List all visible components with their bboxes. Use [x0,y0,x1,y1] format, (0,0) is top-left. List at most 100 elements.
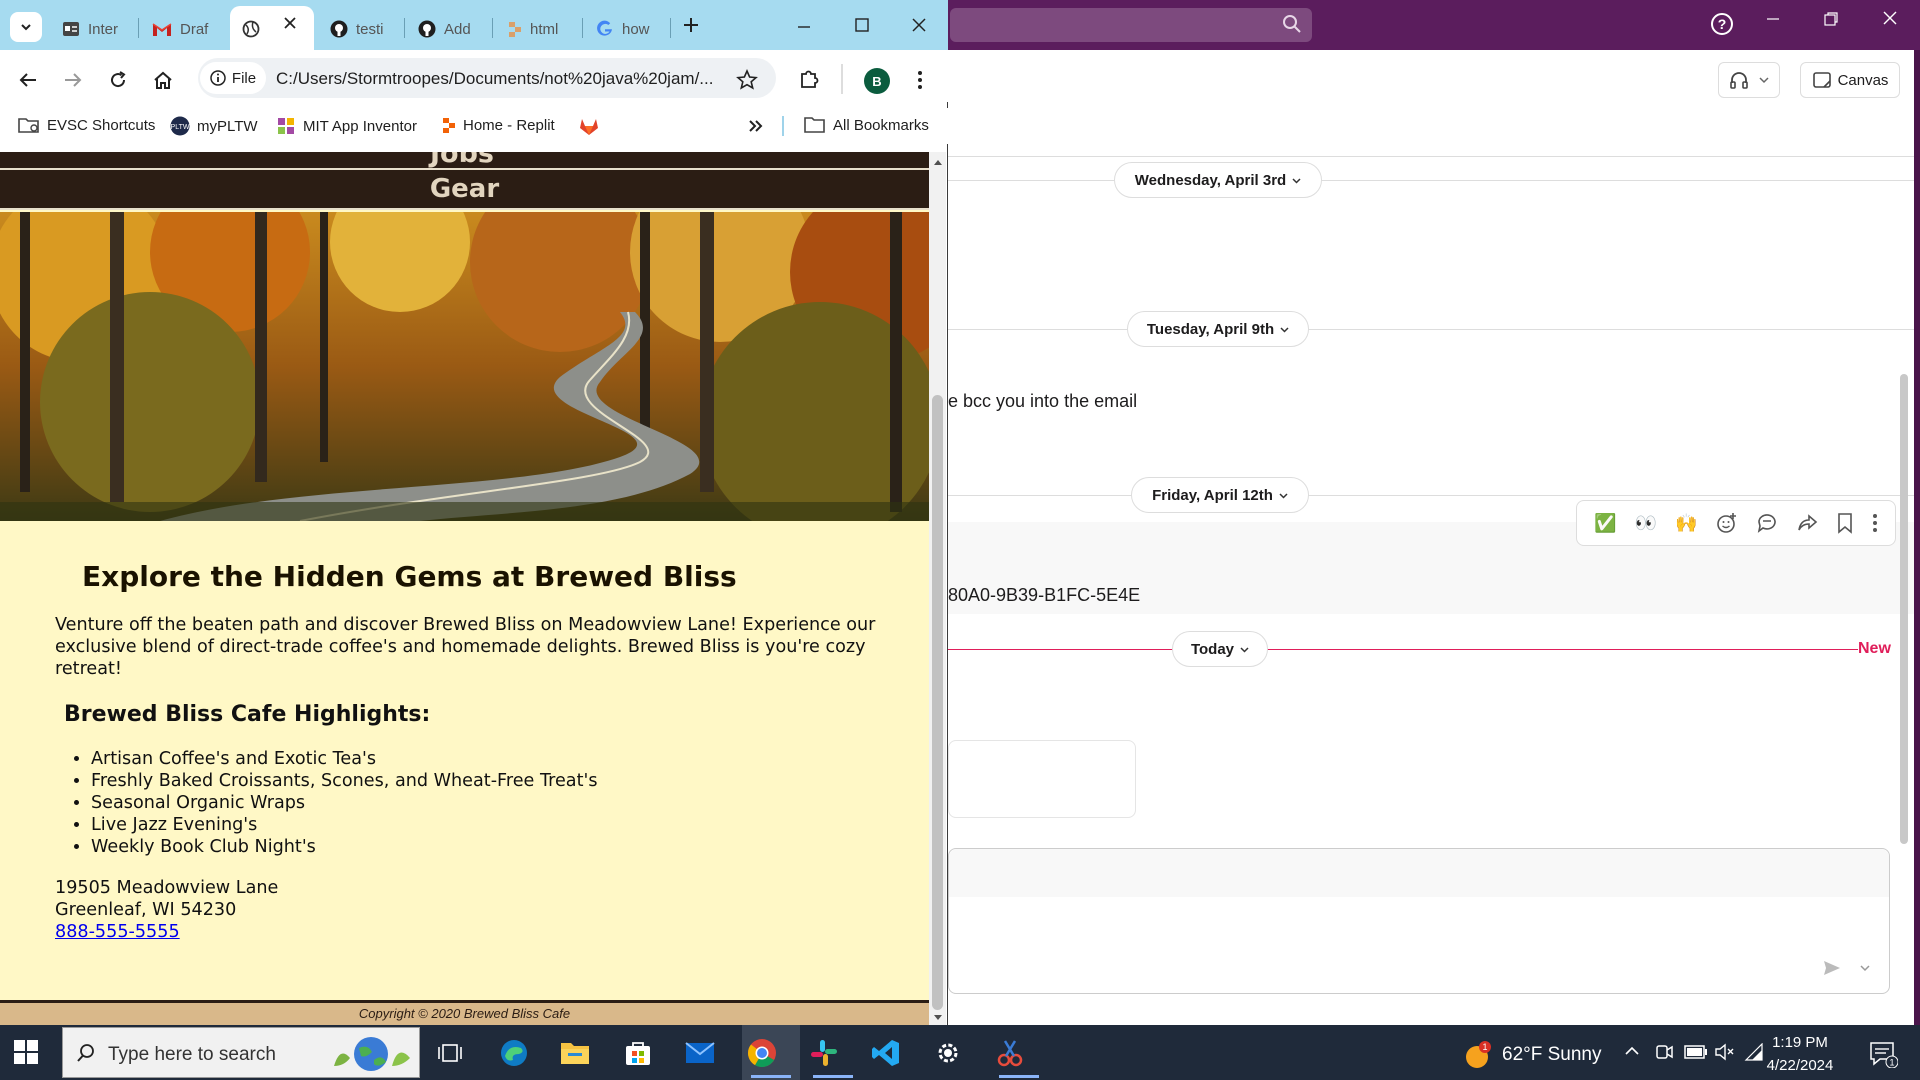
nav-item-jobs[interactable]: Jobs [0,152,929,168]
bookmark-icon[interactable] [1836,512,1854,534]
bookmark-evsc-shortcuts[interactable]: EVSC Shortcuts [18,116,155,134]
more-bookmarks-icon[interactable] [748,118,764,134]
notifications-icon[interactable]: 1 [1868,1040,1898,1068]
reaction-eyes[interactable]: 👀 [1635,513,1657,534]
new-tab-icon[interactable] [682,16,700,34]
bookmark-mit-app-inventor[interactable]: MIT App Inventor [276,116,417,136]
weather-text[interactable]: 62°F Sunny [1502,1044,1602,1066]
slack-search-bar[interactable] [950,8,1312,42]
file-explorer-icon[interactable] [557,1035,593,1071]
back-icon[interactable] [18,70,38,90]
date-divider-line [948,329,1914,330]
tab-google-search[interactable]: how [584,8,650,50]
restore-icon[interactable] [1824,12,1838,26]
clock-time[interactable]: 1:19 PM [1760,1034,1840,1051]
canvas-icon [1812,70,1832,90]
huddle-button[interactable] [1718,62,1780,98]
reaction-check[interactable]: ✅ [1594,513,1616,534]
tab-separator [670,18,671,38]
weather-badge: 1 [1482,1042,1487,1052]
tab-current[interactable] [230,8,260,50]
github-icon [330,20,348,38]
page-scrollbar-thumb[interactable] [932,395,943,1010]
composer-format-toolbar [949,849,1889,897]
snipping-tool-icon[interactable] [992,1035,1028,1071]
url-text[interactable]: C:/Users/Stormtroopes/Documents/not%20ja… [276,69,728,89]
clock-date[interactable]: 4/22/2024 [1752,1057,1848,1074]
weather-sun-icon[interactable]: 1 [1462,1040,1492,1070]
tab-label: html [530,20,559,38]
chevron-down-icon[interactable] [1860,963,1870,973]
forward-icon[interactable] [63,70,83,90]
list-item: Artisan Coffee's and Exotic Tea's [91,748,597,770]
date-label: Friday, April 12th [1152,486,1273,504]
more-options-icon[interactable] [1872,513,1878,533]
reply-thread-icon[interactable] [1756,512,1778,534]
close-icon[interactable] [911,17,927,33]
profile-avatar[interactable]: B [864,68,890,94]
share-icon[interactable] [1796,512,1818,534]
headphones-icon [1729,70,1749,90]
scroll-down-arrow-icon[interactable] [933,1014,943,1022]
bookmark-star-icon[interactable] [736,69,758,91]
site-info-chip[interactable]: File [200,62,266,94]
menu-icon[interactable] [917,70,923,90]
snipping-active-indicator [999,1075,1039,1078]
tab-label: Add [444,20,471,38]
help-icon[interactable]: ? [1710,12,1734,36]
list-item: Seasonal Organic Wraps [91,792,597,814]
edge-icon[interactable] [496,1035,532,1071]
highlights-list: Artisan Coffee's and Exotic Tea's Freshl… [55,748,597,858]
tab-search-button[interactable] [10,12,42,42]
reaction-raised-hands[interactable]: 🙌 [1675,513,1697,534]
volume-muted-icon[interactable] [1714,1043,1734,1061]
message-attachment-card[interactable] [948,740,1136,818]
minimize-icon[interactable] [797,20,811,34]
maximize-icon[interactable] [855,18,869,32]
task-view-icon[interactable] [438,1042,462,1064]
extensions-icon[interactable] [798,68,820,90]
scroll-up-arrow-icon[interactable] [933,158,943,166]
meet-now-icon[interactable] [1654,1043,1674,1061]
battery-icon[interactable] [1684,1045,1708,1059]
tab-interview[interactable]: Inter [50,8,118,50]
mail-icon[interactable] [682,1035,718,1071]
folder-icon [804,116,826,134]
nav-item-gear[interactable]: Gear [0,168,929,210]
slack-scrollbar[interactable] [1900,374,1908,844]
date-divider-line [948,495,1914,496]
slack-icon[interactable] [806,1035,842,1071]
bookmark-home-replit[interactable]: Home - Replit [440,116,555,134]
date-pill-today[interactable]: Today [1172,631,1268,667]
chevron-up-icon[interactable] [1624,1046,1640,1056]
bookmark-gitlab[interactable] [578,116,600,136]
home-icon[interactable] [152,69,174,91]
bookmark-mypltw[interactable]: PLTW myPLTW [170,116,258,136]
date-pill[interactable]: Friday, April 12th [1131,477,1309,513]
tab-github-add[interactable]: Add [406,8,471,50]
close-icon[interactable] [1882,10,1898,26]
send-icon[interactable] [1822,958,1842,978]
tab-github-testing[interactable]: testi [318,8,384,50]
date-pill[interactable]: Wednesday, April 3rd [1114,162,1322,198]
chevron-down-icon [1292,176,1301,185]
all-bookmarks-button[interactable]: All Bookmarks [804,116,929,134]
close-tab-icon[interactable] [284,17,296,29]
search-icon[interactable] [1282,14,1302,34]
date-pill[interactable]: Tuesday, April 9th [1127,311,1309,347]
canvas-button[interactable]: Canvas [1800,62,1900,98]
windows-start-icon[interactable] [14,1040,38,1064]
tab-gmail-drafts[interactable]: Draf [140,8,208,50]
minimize-icon[interactable] [1766,12,1780,26]
chevron-down-icon [20,21,32,33]
vscode-icon[interactable] [868,1035,904,1071]
reload-icon[interactable] [108,70,128,90]
chrome-icon[interactable] [744,1035,780,1071]
phone-link[interactable]: 888-555-5555 [55,922,180,942]
microsoft-store-icon[interactable] [620,1035,656,1071]
chevron-down-icon[interactable] [1759,75,1769,85]
settings-gear-icon[interactable] [930,1035,966,1071]
chevron-down-icon [1240,645,1249,654]
tab-html[interactable]: html [494,8,558,50]
add-reaction-icon[interactable] [1716,512,1738,534]
